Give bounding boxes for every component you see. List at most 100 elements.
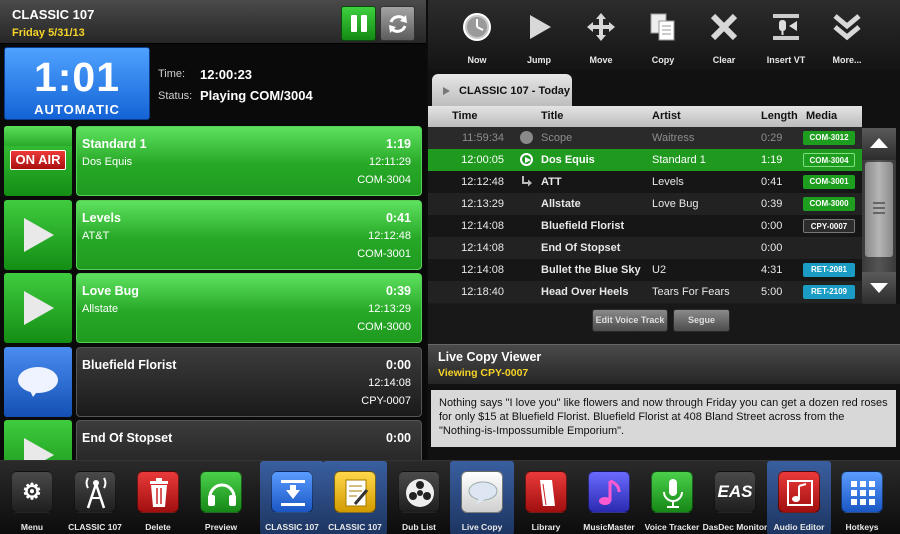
more-label: More... [832, 55, 862, 65]
row-media: COM-3000 [803, 197, 855, 211]
col-media[interactable]: Media [806, 110, 837, 122]
row-length: 4:31 [761, 264, 783, 276]
col-time[interactable]: Time [452, 110, 477, 122]
status-value: Playing COM/3004 [200, 88, 313, 103]
clear-button[interactable]: Clear [694, 0, 754, 70]
dock-hotkeys[interactable]: Hotkeys [830, 461, 894, 534]
live-copy-header: Live Copy Viewer Viewing CPY-0007 [428, 344, 900, 384]
dock-label: CLASSIC 107 [68, 522, 122, 532]
playing-icon [520, 153, 533, 166]
microphone-icon [651, 471, 693, 513]
log-duration: 0:00 [385, 358, 411, 372]
grip-line [873, 207, 885, 209]
station-name: CLASSIC 107 [12, 7, 95, 22]
table-row[interactable]: 11:59:34 Scope Waitress 0:29 COM-3012 [428, 127, 862, 149]
log-card[interactable]: Love Bug 0:39 Allstate 12:13:29 COM-3000 [76, 273, 422, 343]
dock-label: Menu [20, 522, 44, 532]
play-button[interactable] [4, 200, 72, 270]
dock-dasdec-monitor[interactable]: EAS DasDec Monitor [703, 461, 767, 534]
gears-glyph: ⚙ [22, 479, 42, 504]
table-row[interactable]: 12:18:40 Head Over Heels Tears For Fears… [428, 281, 862, 303]
scroll-up-button[interactable] [862, 128, 896, 160]
dock-preview[interactable]: Preview [189, 461, 253, 534]
log-item[interactable]: Levels 0:41 AT&T 12:12:48 COM-3001 [0, 200, 426, 272]
dock-log-edit[interactable]: CLASSIC 107 [323, 461, 387, 534]
scroll-thumb[interactable] [865, 162, 893, 257]
dock-menu[interactable]: ⚙ Menu [0, 461, 64, 534]
trash-icon [137, 471, 179, 513]
table-row[interactable]: 12:14:08 Bluefield Florist 0:00 CPY-0007 [428, 215, 862, 237]
copy-icon [650, 13, 675, 41]
tab-arrow-icon [443, 87, 450, 95]
table-row[interactable]: 12:14:08 Bullet the Blue Sky U2 4:31 RET… [428, 259, 862, 281]
refresh-button[interactable] [380, 6, 415, 41]
col-length[interactable]: Length [761, 110, 798, 122]
jump-button[interactable]: Jump [509, 0, 569, 70]
row-artist: Standard 1 [652, 154, 706, 166]
dock-label: Voice Tracker [644, 522, 700, 532]
pause-icon-bar [360, 15, 367, 32]
col-title[interactable]: Title [541, 110, 563, 122]
live-copy-indicator[interactable] [4, 347, 72, 417]
audio-editor-glyph [787, 480, 813, 506]
dock-label: CLASSIC 107 [265, 522, 319, 532]
table-row[interactable]: 12:00:05 Dos Equis Standard 1 1:19 COM-3… [428, 149, 862, 171]
headphones-glyph [208, 483, 236, 506]
pause-button[interactable] [341, 6, 376, 41]
dock-label: Delete [145, 522, 171, 532]
countdown-clock: 1:01 AUTOMATIC [4, 47, 150, 120]
more-button[interactable]: More... [817, 0, 877, 70]
log-title: End Of Stopset [82, 431, 173, 445]
log-card[interactable]: Levels 0:41 AT&T 12:12:48 COM-3001 [76, 200, 422, 270]
edit-voice-track-button[interactable]: Edit Voice Track [592, 309, 668, 332]
table-row[interactable]: 12:14:08 End Of Stopset 0:00 [428, 237, 862, 259]
log-media-id: COM-3001 [357, 248, 411, 260]
log-artist: Dos Equis [82, 156, 133, 168]
table-row[interactable]: 12:12:48 ATT Levels 0:41 COM-3001 [428, 171, 862, 193]
speech-bubble-icon [461, 471, 503, 513]
log-item[interactable]: Love Bug 0:39 Allstate 12:13:29 COM-3000 [0, 273, 426, 345]
segue-button[interactable]: Segue [673, 309, 730, 332]
countdown-time: 1:01 [33, 54, 121, 100]
dock-label: Library [531, 522, 561, 532]
move-arrows-icon [587, 13, 615, 41]
dock-live-copy[interactable]: Live Copy [450, 461, 514, 534]
dock-audio-editor[interactable]: Audio Editor [767, 461, 831, 534]
log-card[interactable]: Standard 1 1:19 Dos Equis 12:11:29 COM-3… [76, 126, 422, 196]
scroll-down-button[interactable] [862, 272, 896, 304]
pause-icon [350, 15, 357, 32]
log-artist: Allstate [82, 303, 119, 315]
log-media-id: CPY-0007 [361, 395, 411, 407]
status-label: Status: [158, 90, 193, 102]
row-title: Scope [541, 132, 573, 144]
dock-dub-list[interactable]: Dub List [387, 461, 451, 534]
tab-log-today[interactable]: CLASSIC 107 - Today [432, 74, 572, 106]
log-item[interactable]: Bluefield Florist 0:00 12:14:08 CPY-0007 [0, 347, 426, 419]
grid-icon [841, 471, 883, 513]
dock-log-station[interactable]: CLASSIC 107 [260, 461, 324, 534]
dock-voice-tracker[interactable]: Voice Tracker [640, 461, 704, 534]
log-item[interactable]: ON AIR Standard 1 1:19 Dos Equis 12:11:2… [0, 126, 426, 198]
play-button[interactable] [4, 420, 72, 460]
dock-delete[interactable]: Delete [126, 461, 190, 534]
log-card[interactable]: Bluefield Florist 0:00 12:14:08 CPY-0007 [76, 347, 422, 417]
dock-label: MusicMaster [583, 522, 635, 532]
log-card[interactable]: End Of Stopset 0:00 [76, 420, 422, 460]
insert-vt-button[interactable]: Insert VT [756, 0, 816, 70]
dock-library[interactable]: Library [514, 461, 578, 534]
log-item[interactable]: End Of Stopset 0:00 [0, 420, 426, 460]
log-import-icon [271, 471, 313, 513]
app-dock: ⚙ Menu CLASSIC 107 Delete Preview CLASSI… [0, 460, 900, 534]
col-artist[interactable]: Artist [652, 110, 681, 122]
table-row[interactable]: 12:13:29 Allstate Love Bug 0:39 COM-3000 [428, 193, 862, 215]
now-button[interactable]: Now [447, 0, 507, 70]
log-scrollbar[interactable] [862, 128, 896, 304]
copy-button[interactable]: Copy [633, 0, 693, 70]
dock-station[interactable]: CLASSIC 107 [63, 461, 127, 534]
on-air-badge: ON AIR [10, 150, 66, 170]
play-button[interactable] [4, 273, 72, 343]
dock-label: Preview [204, 522, 238, 532]
row-length: 0:29 [761, 132, 783, 144]
dock-musicmaster[interactable]: MusicMaster [577, 461, 641, 534]
move-button[interactable]: Move [571, 0, 631, 70]
